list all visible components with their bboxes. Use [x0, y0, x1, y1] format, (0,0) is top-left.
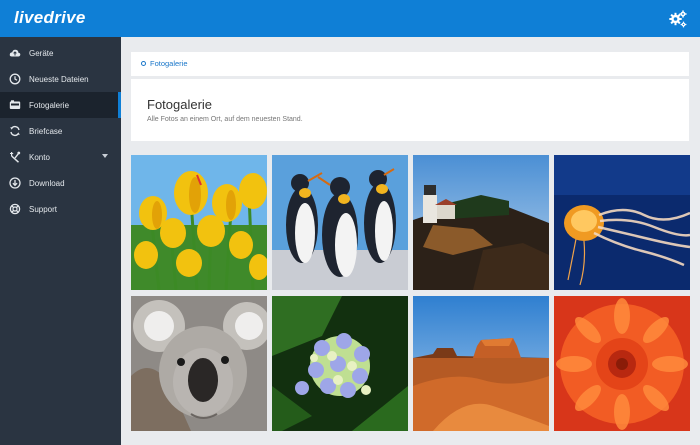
sidebar-item-label: Briefcase	[29, 126, 63, 136]
sidebar-item-download[interactable]: Download	[0, 170, 121, 196]
photo-jellyfish[interactable]	[554, 155, 690, 290]
sidebar-item-label: Fotogalerie	[29, 100, 70, 110]
sidebar-item-label: Geräte	[29, 48, 54, 58]
jellyfish-image	[554, 155, 690, 290]
photo-chrysanthemum[interactable]	[554, 296, 690, 431]
header-panel: Fotogalerie Alle Fotos an einem Ort, auf…	[131, 79, 689, 141]
cloud-icon	[9, 49, 21, 57]
photo-penguins[interactable]	[272, 155, 408, 290]
hydrangea-image	[272, 296, 408, 431]
photo-icon	[9, 100, 21, 109]
sidebar-item-konto[interactable]: Konto	[0, 144, 121, 170]
sidebar-item-label: Download	[29, 178, 65, 188]
photo-hydrangea[interactable]	[272, 296, 408, 431]
breadcrumb-label: Fotogalerie	[150, 59, 188, 68]
top-bar: livedrive	[0, 0, 700, 37]
chevron-down-icon[interactable]	[102, 154, 108, 158]
breadcrumb-panel: Fotogalerie	[131, 52, 689, 76]
tools-icon	[10, 151, 21, 163]
lifebuoy-icon	[9, 203, 21, 215]
download-icon	[9, 177, 21, 189]
sidebar-item-geraete[interactable]: Geräte	[0, 40, 121, 66]
sidebar-item-neueste-dateien[interactable]: Neueste Dateien	[0, 66, 121, 92]
page-title: Fotogalerie	[147, 97, 213, 112]
penguins-image	[272, 155, 408, 290]
tulips-image	[131, 155, 267, 290]
settings-gears-icon[interactable]	[668, 9, 688, 29]
sidebar: Geräte Neueste Dateien Fotogalerie Brief…	[0, 37, 121, 445]
sidebar-item-briefcase[interactable]: Briefcase	[0, 118, 121, 144]
lighthouse-image	[413, 155, 549, 290]
sidebar-item-label: Konto	[29, 152, 50, 162]
breadcrumb[interactable]: Fotogalerie	[141, 59, 188, 68]
photo-desert[interactable]	[413, 296, 549, 431]
koala-image	[131, 296, 267, 431]
sidebar-item-support[interactable]: Support	[0, 196, 121, 222]
desert-image	[413, 296, 549, 431]
photo-koala[interactable]	[131, 296, 267, 431]
photo-tulips[interactable]	[131, 155, 267, 290]
sidebar-item-label: Support	[29, 204, 58, 214]
sync-icon	[10, 125, 20, 137]
clock-icon	[9, 73, 21, 85]
chrysanthemum-image	[554, 296, 690, 431]
sidebar-item-fotogalerie[interactable]: Fotogalerie	[0, 92, 121, 118]
photo-lighthouse[interactable]	[413, 155, 549, 290]
logo[interactable]: livedrive	[14, 8, 86, 28]
sidebar-item-label: Neueste Dateien	[29, 74, 89, 84]
breadcrumb-dot-icon	[141, 61, 146, 66]
page-subtitle: Alle Fotos an einem Ort, auf dem neueste…	[147, 116, 303, 123]
